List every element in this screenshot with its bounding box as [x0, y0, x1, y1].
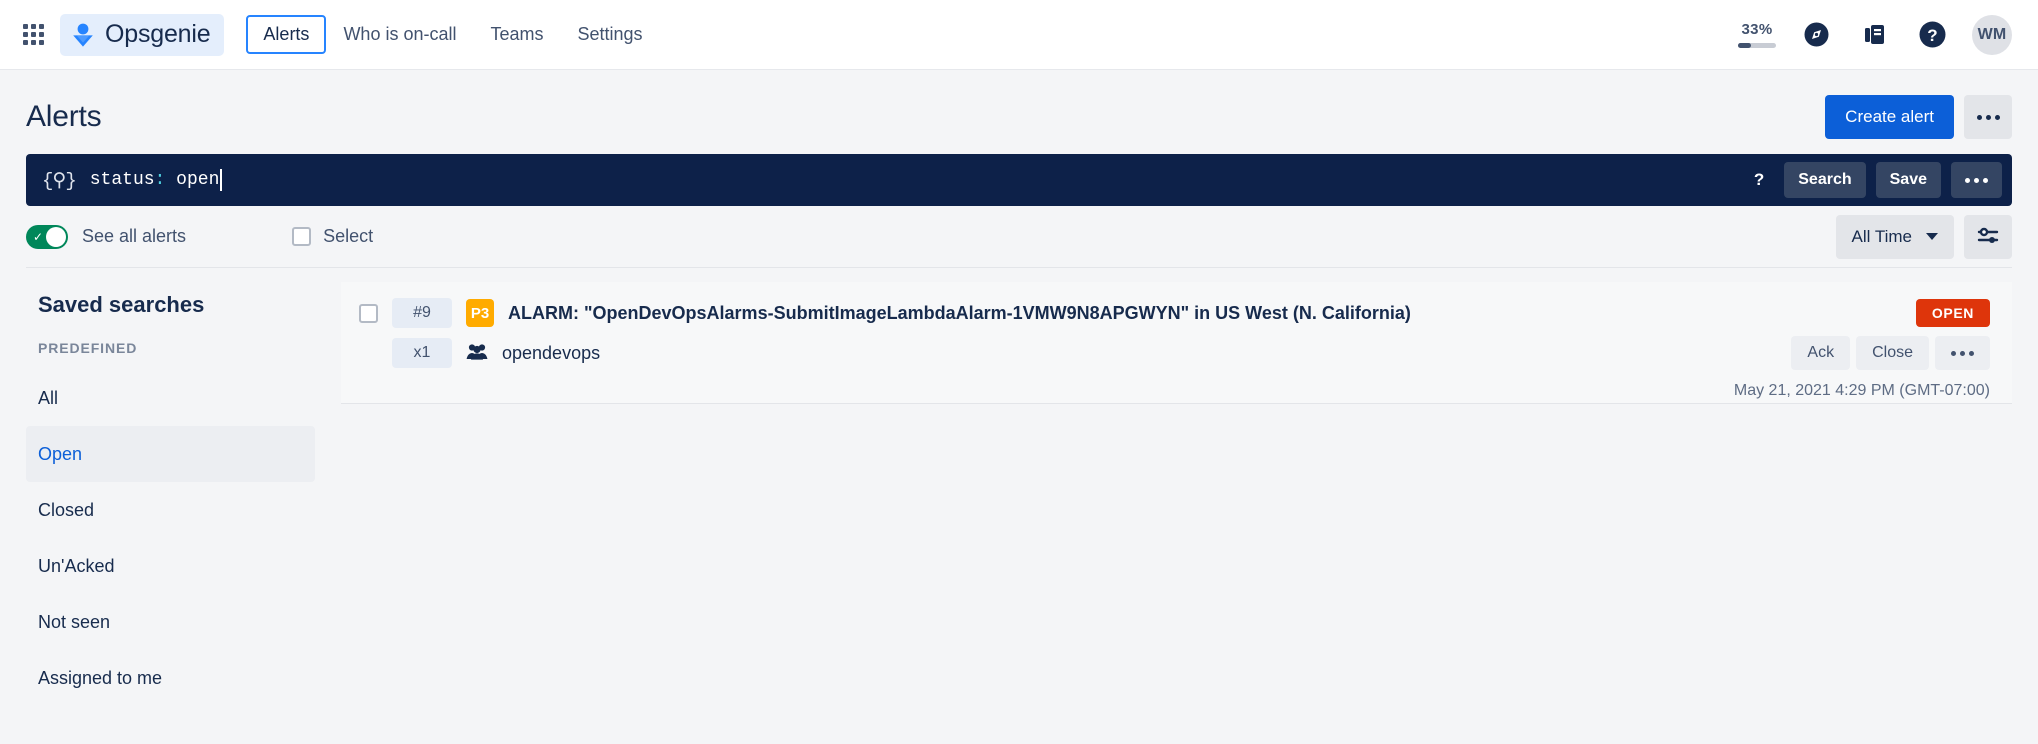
trial-progress-meter[interactable]: 33%	[1738, 21, 1776, 48]
alert-count-chip: x1	[392, 338, 452, 368]
alerts-page: Alerts Create alert {⚲} status: open ? S…	[0, 70, 2038, 744]
check-icon: ✓	[33, 229, 44, 244]
select-label: Select	[323, 226, 374, 246]
opsgenie-logo-icon	[70, 22, 96, 48]
alert-title[interactable]: ALARM: "OpenDevOpsAlarms-SubmitImageLamb…	[508, 303, 1411, 324]
alert-primary-row: #9 P3 ALARM: "OpenDevOpsAlarms-SubmitIma…	[359, 298, 1990, 328]
alerts-content: Saved searches PREDEFINED All Open Close…	[26, 268, 2012, 698]
alert-list-item[interactable]: #9 P3 ALARM: "OpenDevOpsAlarms-SubmitIma…	[341, 282, 2012, 404]
nav-link-teams[interactable]: Teams	[473, 15, 560, 54]
time-range-select[interactable]: All Time	[1835, 214, 1954, 259]
nav-link-alerts[interactable]: Alerts	[246, 15, 327, 54]
sidebar-item-closed[interactable]: Closed	[26, 482, 315, 538]
save-search-button[interactable]: Save	[1875, 162, 1941, 198]
alerts-toolbar: ✓ See all alerts Select All Time	[26, 206, 2012, 268]
see-all-alerts-label: See all alerts	[82, 226, 187, 246]
page-header-actions: Create alert	[1825, 95, 2012, 139]
sidebar-item-all[interactable]: All	[26, 370, 315, 426]
search-button[interactable]: Search	[1784, 162, 1866, 198]
ellipsis-icon	[1965, 177, 1970, 183]
ellipsis-icon	[1976, 114, 1982, 120]
alert-ack-button[interactable]: Ack	[1791, 336, 1851, 370]
search-query-text[interactable]: status: open	[90, 169, 223, 191]
nav-link-who-is-on-call[interactable]: Who is on-call	[326, 15, 473, 54]
search-more-actions-button[interactable]	[1951, 162, 2002, 198]
sidebar-item-assigned-to-me[interactable]: Assigned to me	[26, 650, 315, 706]
sidebar-item-open[interactable]: Open	[26, 426, 315, 482]
query-colon: :	[154, 170, 166, 190]
sidebar-title: Saved searches	[38, 292, 205, 317]
sliders-filter-icon	[1977, 227, 1998, 243]
filter-settings-button[interactable]	[1964, 214, 2012, 259]
nav-link-settings[interactable]: Settings	[561, 15, 660, 54]
grid-apps-icon	[22, 24, 44, 45]
chevron-down-icon	[1926, 233, 1938, 240]
query-braces-icon: {⚲}	[42, 169, 77, 192]
alert-priority-badge: P3	[466, 299, 494, 327]
alert-close-button[interactable]: Close	[1856, 336, 1929, 370]
select-all-control[interactable]: Select	[292, 226, 373, 247]
help-icon: ?	[1919, 21, 1945, 48]
compass-discover-icon	[1804, 22, 1828, 47]
alert-timestamp: May 21, 2021 4:29 PM (GMT-07:00)	[1733, 382, 1990, 399]
user-avatar[interactable]: WM	[1972, 14, 2012, 55]
top-navigation-bar: Opsgenie Alerts Who is on-call Teams Set…	[0, 0, 2038, 70]
alert-more-actions-button[interactable]	[1935, 336, 1990, 370]
select-all-checkbox[interactable]	[292, 227, 312, 246]
alert-actions: Ack Close	[1791, 336, 1990, 370]
alert-team-name[interactable]: opendevops	[502, 343, 600, 364]
toggle-switch[interactable]: ✓	[26, 224, 68, 249]
compass-discover-icon-button[interactable]	[1798, 17, 1834, 53]
people-group-icon	[466, 342, 488, 365]
notebook-icon-button[interactable]	[1856, 17, 1892, 53]
create-alert-button[interactable]: Create alert	[1825, 95, 1954, 139]
sidebar-group-label: PREDEFINED	[38, 340, 138, 356]
help-icon-button[interactable]: ?	[1914, 17, 1950, 53]
text-caret	[220, 169, 223, 191]
sidebar-item-not-seen[interactable]: Not seen	[26, 594, 315, 650]
opsgenie-brand-home-link[interactable]: Opsgenie	[60, 13, 225, 56]
alerts-list: #9 P3 ALARM: "OpenDevOpsAlarms-SubmitIma…	[341, 268, 2012, 698]
app-switcher-button[interactable]	[14, 16, 52, 54]
alert-query-searchbar[interactable]: {⚲} status: open ? Search Save	[26, 154, 2012, 206]
page-title: Alerts	[26, 100, 102, 133]
brand-name: Opsgenie	[105, 20, 211, 48]
primary-nav-links: Alerts Who is on-call Teams Settings	[246, 0, 659, 70]
trial-percent-label: 33%	[1741, 21, 1773, 38]
sidebar-item-unacked[interactable]: Un'Acked	[26, 538, 315, 594]
time-range-value: All Time	[1851, 226, 1912, 246]
toggle-knob	[46, 226, 66, 247]
alert-secondary-row: x1 opendevops Ack Close	[359, 336, 1990, 370]
saved-searches-sidebar: Saved searches PREDEFINED All Open Close…	[26, 268, 341, 698]
alert-id-chip: #9	[392, 298, 452, 328]
notebook-icon	[1864, 25, 1884, 44]
page-header: Alerts Create alert	[26, 70, 2012, 154]
svg-text:?: ?	[1927, 26, 1937, 45]
trial-progress-bar	[1738, 43, 1776, 48]
alert-status-badge: OPEN	[1915, 299, 1990, 327]
toolbar-right-controls: All Time	[1835, 214, 2012, 259]
top-nav-right-cluster: 33% ? WM	[1738, 14, 2012, 55]
alert-select-checkbox[interactable]	[359, 303, 378, 323]
query-help-icon[interactable]: ?	[1744, 170, 1774, 190]
query-field-name: status	[89, 170, 155, 190]
see-all-alerts-toggle[interactable]: ✓ See all alerts	[26, 224, 187, 249]
query-field-value: open	[165, 170, 220, 190]
page-more-actions-button[interactable]	[1964, 95, 2012, 139]
ellipsis-icon	[1951, 350, 1956, 356]
search-actions: ? Search Save	[1744, 162, 2002, 198]
